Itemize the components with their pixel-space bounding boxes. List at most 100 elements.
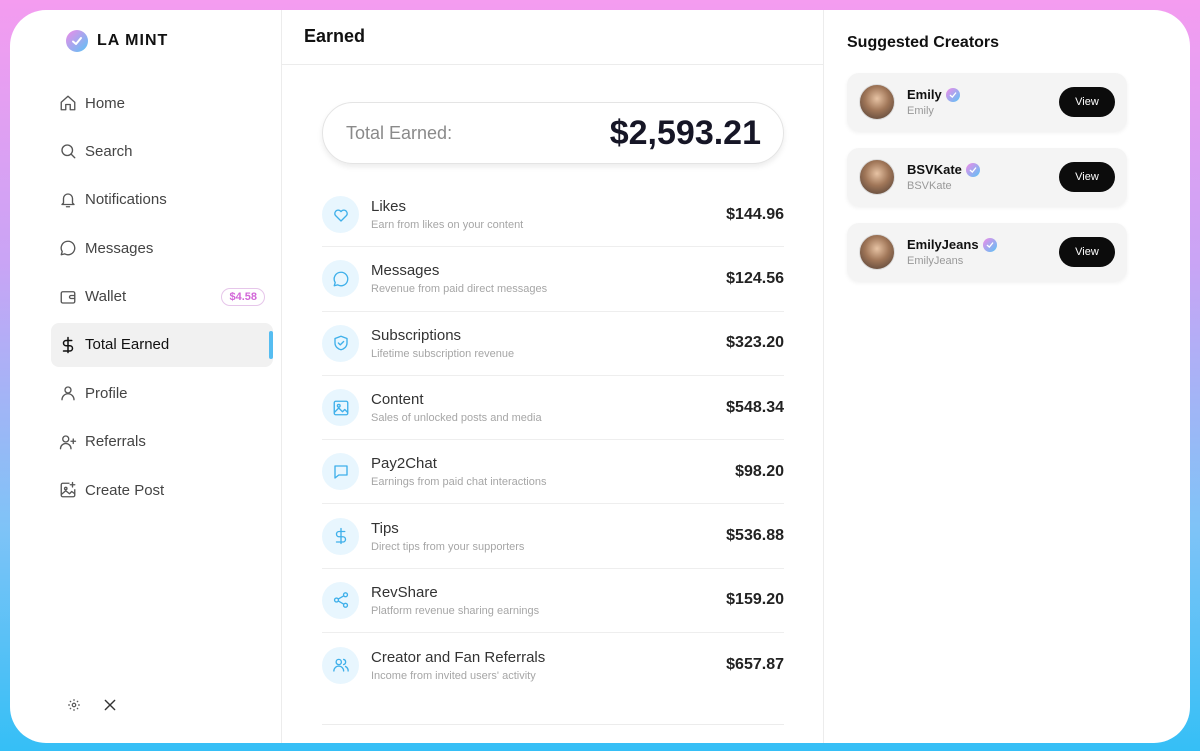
sidebar-item-label: Profile [85,384,128,402]
sidebar-item-label: Referrals [85,433,146,451]
message-square-icon [322,453,359,491]
avatar[interactable] [859,234,895,270]
image-plus-icon [59,481,77,499]
earnings-title: Subscriptions [371,326,462,344]
dollar-icon [322,517,359,555]
earnings-row-likes[interactable]: Likes Earn from likes on your content $1… [322,183,784,248]
wallet-balance-badge: $4.58 [221,287,265,306]
view-creator-button[interactable]: View [1059,237,1115,267]
earnings-row-subscriptions[interactable]: Subscriptions Lifetime subscription reve… [322,312,784,376]
earnings-amount: $323.20 [726,334,784,352]
avatar[interactable] [859,84,895,120]
dollar-icon [59,336,77,354]
earnings-title: Content [371,391,424,409]
earnings-amount: $144.96 [726,205,784,223]
earnings-row-tips[interactable]: Tips Direct tips from your supporters $5… [322,504,784,569]
creator-card[interactable]: BSVKate BSVKate View [847,148,1127,206]
sidebar-item-label: Total Earned [85,336,170,354]
heart-icon [322,196,359,234]
sidebar-item-total-earned[interactable]: Total Earned [51,322,273,367]
earnings-subtitle: Sales of unlocked posts and media [371,412,542,425]
earnings-subtitle: Direct tips from your supporters [371,540,525,553]
sidebar-item-wallet[interactable]: Wallet $4.58 [51,275,273,319]
list-divider [322,724,784,725]
bell-icon [59,191,77,209]
suggested-creators-panel: Suggested Creators Emily Emily View BSVK… [824,10,1190,743]
earnings-subtitle: Earn from likes on your content [371,219,524,232]
users-icon [322,646,359,684]
sidebar-item-label: Home [85,94,126,112]
earnings-title: RevShare [371,583,438,601]
creator-handle: EmilyJeans [907,255,964,267]
brand-name: LA MINT [97,32,169,49]
sidebar-item-home[interactable]: Home [51,81,273,125]
avatar[interactable] [859,159,895,195]
earnings-amount: $657.87 [726,656,784,674]
creator-card[interactable]: EmilyJeans EmilyJeans View [847,223,1127,281]
creator-card[interactable]: Emily Emily View [847,73,1127,131]
sidebar: LA MINT Home Search Notifications Messag… [10,10,282,743]
earnings-row-pay2chat[interactable]: Pay2Chat Earnings from paid chat interac… [322,440,784,505]
wallet-icon [59,288,77,306]
brand-logo[interactable]: LA MINT [66,30,168,52]
sidebar-item-label: Notifications [85,191,167,209]
sidebar-footer [66,697,118,713]
earnings-row-revshare[interactable]: RevShare Platform revenue sharing earnin… [322,569,784,634]
earnings-title: Pay2Chat [371,455,437,473]
earnings-title: Messages [371,262,440,280]
creator-name: EmilyJeans [907,237,979,252]
earnings-subtitle: Lifetime subscription revenue [371,347,515,360]
sidebar-item-profile[interactable]: Profile [51,371,273,415]
earnings-title: Creator and Fan Referrals [371,648,546,666]
earnings-amount: $536.88 [726,527,784,545]
earnings-row-referrals[interactable]: Creator and Fan Referrals Income from in… [322,633,784,697]
creator-name: BSVKate [907,162,962,177]
share-icon [322,581,359,619]
earnings-subtitle: Earnings from paid chat interactions [371,476,547,489]
chat-bubble-icon [322,260,359,298]
verified-badge-icon [982,237,997,252]
sidebar-item-search[interactable]: Search [51,129,273,173]
home-icon [59,94,77,112]
creator-handle: BSVKate [907,180,952,192]
gear-icon[interactable] [66,697,82,713]
total-earned-value: $2,593.21 [609,113,761,152]
verified-badge-icon [965,162,980,177]
user-icon [59,384,77,402]
verified-badge-icon [945,87,960,102]
earnings-title: Tips [371,519,399,537]
sidebar-item-referrals[interactable]: Referrals [51,420,273,464]
sidebar-item-notifications[interactable]: Notifications [51,178,273,222]
sidebar-item-label: Search [85,142,133,160]
creator-list: Emily Emily View BSVKate BSVKate View Em… [847,73,1127,298]
user-plus-icon [59,433,77,451]
page-title: Earned [282,10,823,65]
sidebar-nav: Home Search Notifications Messages Walle… [51,81,273,517]
view-creator-button[interactable]: View [1059,87,1115,117]
sidebar-item-messages[interactable]: Messages [51,226,273,270]
app-window: LA MINT Home Search Notifications Messag… [10,10,1190,743]
shield-check-icon [322,324,359,362]
search-icon [59,142,77,160]
x-logo-icon[interactable] [102,697,118,713]
logo-check-icon [66,30,88,52]
sidebar-item-create-post[interactable]: Create Post [51,468,273,512]
earnings-list: Likes Earn from likes on your content $1… [322,183,784,697]
sidebar-item-label: Create Post [85,481,165,499]
earnings-panel: Earned Total Earned: $2,593.21 Likes Ear… [282,10,824,743]
earnings-subtitle: Income from invited users' activity [371,669,536,682]
earnings-row-content[interactable]: Content Sales of unlocked posts and medi… [322,376,784,441]
earnings-amount: $548.34 [726,398,784,416]
earnings-amount: $98.20 [735,462,784,480]
earnings-amount: $124.56 [726,269,784,287]
total-earned-label: Total Earned: [346,122,453,143]
chat-bubble-icon [59,239,77,257]
sidebar-item-label: Wallet [85,288,127,306]
view-creator-button[interactable]: View [1059,162,1115,192]
sidebar-item-label: Messages [85,239,154,257]
earnings-subtitle: Revenue from paid direct messages [371,283,548,296]
image-icon [322,389,359,427]
earnings-row-messages[interactable]: Messages Revenue from paid direct messag… [322,247,784,312]
total-earned-card: Total Earned: $2,593.21 [322,102,784,164]
creator-handle: Emily [907,105,934,117]
